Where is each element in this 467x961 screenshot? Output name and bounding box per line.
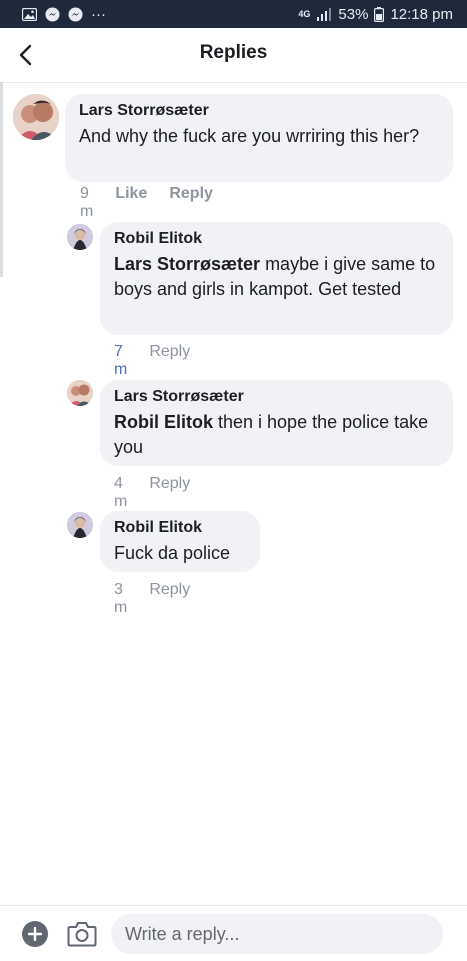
comment-author[interactable]: Lars Storrøsæter bbox=[114, 388, 439, 406]
camera-button[interactable] bbox=[67, 920, 97, 948]
more-notifications-icon: ··· bbox=[91, 5, 106, 23]
reply-button[interactable]: Reply bbox=[149, 581, 190, 617]
comment-author[interactable]: Lars Storrøsæter bbox=[79, 102, 439, 120]
signal-icon bbox=[316, 7, 332, 21]
messenger-icon bbox=[68, 7, 83, 22]
comment-text: Lars Storrøsæter maybe i give same to bo… bbox=[114, 252, 439, 302]
mention-link[interactable]: Robil Elitok bbox=[114, 412, 213, 432]
reply-composer bbox=[0, 905, 467, 961]
comment-bubble[interactable]: Lars Storrøsæter Robil Elitok then i hop… bbox=[100, 380, 453, 466]
comment-time[interactable]: 9 m bbox=[80, 185, 93, 221]
battery-icon bbox=[374, 6, 385, 22]
comment-bubble[interactable]: Lars Storrøsæter And why the fuck are yo… bbox=[65, 94, 453, 182]
add-attachment-button[interactable] bbox=[22, 921, 48, 947]
comment-actions: 7 m Reply bbox=[114, 343, 190, 379]
status-bar-left: ··· bbox=[22, 6, 106, 23]
reply-button[interactable]: Reply bbox=[169, 185, 213, 221]
comment-author[interactable]: Robil Elitok bbox=[114, 230, 439, 248]
reply-button[interactable]: Reply bbox=[149, 475, 190, 511]
comment-author[interactable]: Robil Elitok bbox=[114, 519, 246, 537]
avatar[interactable] bbox=[67, 224, 93, 250]
comment-body: And why the fuck are you wrriring this h… bbox=[79, 126, 420, 146]
battery-percent: 53% bbox=[338, 5, 369, 23]
status-bar: ··· 4G 53% 12:18 pm bbox=[0, 0, 467, 28]
comment-bubble[interactable]: Robil Elitok Lars Storrøsæter maybe i gi… bbox=[100, 222, 453, 335]
avatar[interactable] bbox=[67, 512, 93, 538]
comment-actions: 3 m Reply bbox=[114, 581, 190, 617]
camera-icon bbox=[67, 922, 97, 947]
plus-circle-icon bbox=[28, 927, 42, 941]
comment-text: Fuck da police bbox=[114, 541, 246, 566]
messenger-icon bbox=[45, 7, 60, 22]
comment-bubble[interactable]: Robil Elitok Fuck da police bbox=[100, 511, 260, 572]
comment-text: Robil Elitok then i hope the police take… bbox=[114, 410, 439, 460]
like-button[interactable]: Like bbox=[115, 185, 147, 221]
reply-button[interactable]: Reply bbox=[149, 343, 190, 379]
status-bar-right: 4G 53% 12:18 pm bbox=[298, 6, 453, 23]
network-type: 4G bbox=[298, 9, 311, 19]
comment-time[interactable]: 7 m bbox=[114, 343, 127, 379]
clock: 12:18 pm bbox=[390, 5, 453, 23]
avatar[interactable] bbox=[67, 380, 93, 406]
header: Replies bbox=[0, 28, 467, 83]
reply-input[interactable] bbox=[111, 914, 443, 954]
image-icon bbox=[22, 7, 37, 21]
comment-actions: 4 m Reply bbox=[114, 475, 190, 511]
comment-time[interactable]: 3 m bbox=[114, 581, 127, 617]
comment-text: And why the fuck are you wrriring this h… bbox=[79, 124, 439, 149]
comment-time[interactable]: 4 m bbox=[114, 475, 127, 511]
comment-actions: 9 m Like Reply bbox=[80, 185, 213, 221]
mention-link[interactable]: Lars Storrøsæter bbox=[114, 254, 260, 274]
thread-edge-bar bbox=[0, 82, 3, 277]
comment-body: Fuck da police bbox=[114, 543, 231, 563]
avatar[interactable] bbox=[13, 94, 59, 140]
page-title: Replies bbox=[199, 42, 268, 63]
